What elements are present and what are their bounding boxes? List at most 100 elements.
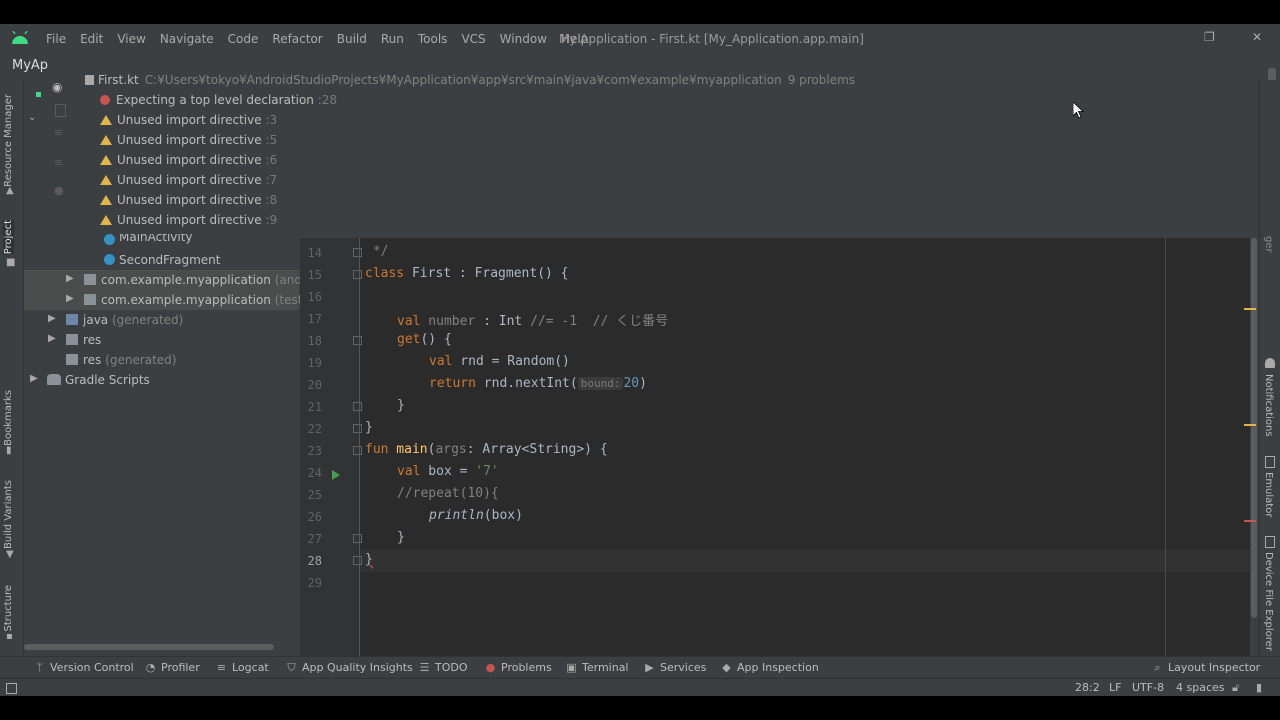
- problem-item-warning[interactable]: Unused import directive :9: [100, 213, 277, 227]
- line-number: 16: [307, 290, 322, 304]
- fold-marker-icon[interactable]: [353, 402, 362, 411]
- memory-indicator-icon[interactable]: ▮: [1256, 681, 1262, 694]
- problem-item-warning[interactable]: Unused import directive :3: [100, 113, 277, 127]
- warning-icon: [100, 195, 112, 205]
- tree-item-res[interactable]: ▶ res: [24, 330, 299, 350]
- fold-marker-icon[interactable]: [353, 248, 362, 257]
- line-number-current: 28: [307, 554, 322, 568]
- warning-marker[interactable]: [1244, 308, 1256, 310]
- menu-refactor[interactable]: Refactor: [272, 32, 322, 46]
- tab-device-file-explorer[interactable]: Device File Explorer: [1263, 552, 1274, 651]
- menu-navigate[interactable]: Navigate: [160, 32, 214, 46]
- tree-item-res-generated[interactable]: res (generated): [24, 350, 299, 370]
- fold-marker-icon[interactable]: [353, 556, 362, 565]
- lightbulb-icon[interactable]: ●: [54, 184, 64, 197]
- panel-icon[interactable]: [55, 104, 66, 117]
- file-encoding[interactable]: UTF-8: [1132, 681, 1164, 694]
- problem-item-warning[interactable]: Unused import directive :5: [100, 133, 277, 147]
- chevron-right-icon[interactable]: ▶: [66, 273, 74, 284]
- menu-file[interactable]: File: [46, 32, 66, 46]
- eye-icon[interactable]: ◉: [52, 80, 62, 94]
- tree-item-gradle-scripts[interactable]: ▶ Gradle Scripts: [24, 370, 299, 390]
- fold-marker-icon[interactable]: [353, 336, 362, 345]
- tab-bookmarks[interactable]: Bookmarks: [3, 390, 14, 446]
- line-number: 27: [307, 532, 322, 546]
- tab-structure[interactable]: Structure: [3, 585, 14, 632]
- folder-icon: ■: [6, 257, 16, 268]
- chevron-right-icon[interactable]: ▶: [48, 333, 56, 344]
- list-icon[interactable]: ≡: [54, 126, 63, 139]
- restore-window-icon[interactable]: ❐: [1204, 30, 1215, 44]
- tree-item-secondfragment[interactable]: SecondFragment: [24, 250, 299, 270]
- problems-file-header[interactable]: First.kt C:¥Users¥tokyo¥AndroidStudioProj…: [85, 73, 855, 87]
- tab-terminal[interactable]: ▣ Terminal: [566, 661, 628, 674]
- editor-scrollbar[interactable]: [1250, 238, 1258, 638]
- warning-icon: [100, 135, 112, 145]
- toggle-tool-windows-icon[interactable]: [6, 683, 17, 694]
- tab-notifications[interactable]: Notifications: [1263, 374, 1274, 437]
- chevron-down-icon[interactable]: ⌄: [28, 112, 36, 123]
- status-bar: 28:2 LF UTF-8 4 spaces 🔓︎ ▮: [0, 678, 1280, 696]
- lock-icon[interactable]: 🔓︎: [1232, 681, 1239, 695]
- tab-profiler[interactable]: ◔ Profiler: [145, 661, 200, 674]
- menu-window[interactable]: Window: [500, 32, 547, 46]
- filter-icon[interactable]: ≡: [54, 156, 63, 169]
- line-number: 14: [307, 246, 322, 260]
- phone-icon: [1265, 456, 1275, 468]
- scroll-thumb[interactable]: [1251, 238, 1257, 618]
- close-window-icon[interactable]: ✕: [1252, 30, 1262, 44]
- caret-position[interactable]: 28:2: [1075, 681, 1100, 694]
- fold-marker-icon[interactable]: [353, 270, 362, 279]
- problem-item-warning[interactable]: Unused import directive :8: [100, 193, 277, 207]
- tab-problems[interactable]: ● Problems: [485, 661, 552, 674]
- chevron-right-icon[interactable]: ▶: [48, 313, 56, 324]
- problem-item-warning[interactable]: Unused import directive :7: [100, 173, 277, 187]
- project-tree: MainActivity SecondFragment ▶ com.exampl…: [24, 230, 353, 660]
- tab-logcat[interactable]: ≡ Logcat: [216, 661, 269, 674]
- fold-marker-icon[interactable]: [353, 446, 362, 455]
- tree-item-androidtest-package[interactable]: ▶ com.example.myapplication (androidTest…: [24, 270, 353, 290]
- tab-resource-manager[interactable]: Resource Manager: [3, 94, 14, 187]
- menu-build[interactable]: Build: [337, 32, 367, 46]
- chevron-right-icon[interactable]: ▶: [66, 293, 74, 304]
- current-line-highlight: [360, 550, 1250, 572]
- tab-app-inspection[interactable]: ◆ App Inspection: [721, 661, 819, 674]
- tree-item-test-package[interactable]: ▶ com.example.myapplication (test): [24, 290, 307, 310]
- menu-edit[interactable]: Edit: [80, 32, 103, 46]
- run-gutter-icon[interactable]: [332, 470, 340, 480]
- fold-marker-icon[interactable]: [353, 424, 362, 433]
- problem-item-error[interactable]: Expecting a top level declaration :28: [100, 93, 337, 107]
- code-line-error: }: [365, 552, 373, 567]
- tab-todo[interactable]: ☰ TODO: [419, 661, 468, 674]
- tab-version-control[interactable]: ᛘ Version Control: [34, 661, 134, 674]
- indent-setting[interactable]: 4 spaces: [1176, 681, 1225, 694]
- tab-emulator[interactable]: Emulator: [1263, 472, 1274, 517]
- tab-app-quality-insights[interactable]: ⛉ App Quality Insights: [286, 661, 412, 675]
- tree-item-java-generated[interactable]: ▶ java (generated): [24, 310, 299, 330]
- profiler-icon: ◔: [145, 661, 156, 674]
- menu-code[interactable]: Code: [228, 32, 259, 46]
- line-number: 18: [307, 334, 322, 348]
- menu-run[interactable]: Run: [381, 32, 404, 46]
- chevron-right-icon[interactable]: ▶: [30, 373, 38, 384]
- project-title[interactable]: MyAp: [0, 58, 60, 78]
- code-line: get() {: [397, 332, 452, 347]
- error-marker[interactable]: [1244, 520, 1256, 522]
- tab-project[interactable]: Project: [3, 220, 14, 255]
- warning-marker[interactable]: [1244, 424, 1256, 426]
- menu-view[interactable]: View: [117, 32, 145, 46]
- problem-item-warning[interactable]: Unused import directive :6: [100, 153, 277, 167]
- error-icon: [100, 95, 110, 105]
- fold-marker-icon[interactable]: [353, 534, 362, 543]
- tab-build-variants[interactable]: Build Variants: [3, 480, 14, 549]
- line-separator[interactable]: LF: [1109, 681, 1121, 694]
- tab-partial[interactable]: ger: [1263, 236, 1274, 253]
- tab-services[interactable]: ▶ Services: [644, 661, 706, 674]
- tab-layout-inspector[interactable]: ⌕ Layout Inspector: [1152, 661, 1260, 675]
- menu-vcs[interactable]: VCS: [461, 32, 485, 46]
- code-editor[interactable]: 14 15 16 17 18 19 20 21 22 23 24 25 26 2…: [300, 238, 1250, 660]
- tree-horizontal-scrollbar[interactable]: [24, 644, 274, 650]
- right-margin-guide: [1165, 238, 1166, 660]
- menu-tools[interactable]: Tools: [418, 32, 448, 46]
- warning-icon: [100, 115, 112, 125]
